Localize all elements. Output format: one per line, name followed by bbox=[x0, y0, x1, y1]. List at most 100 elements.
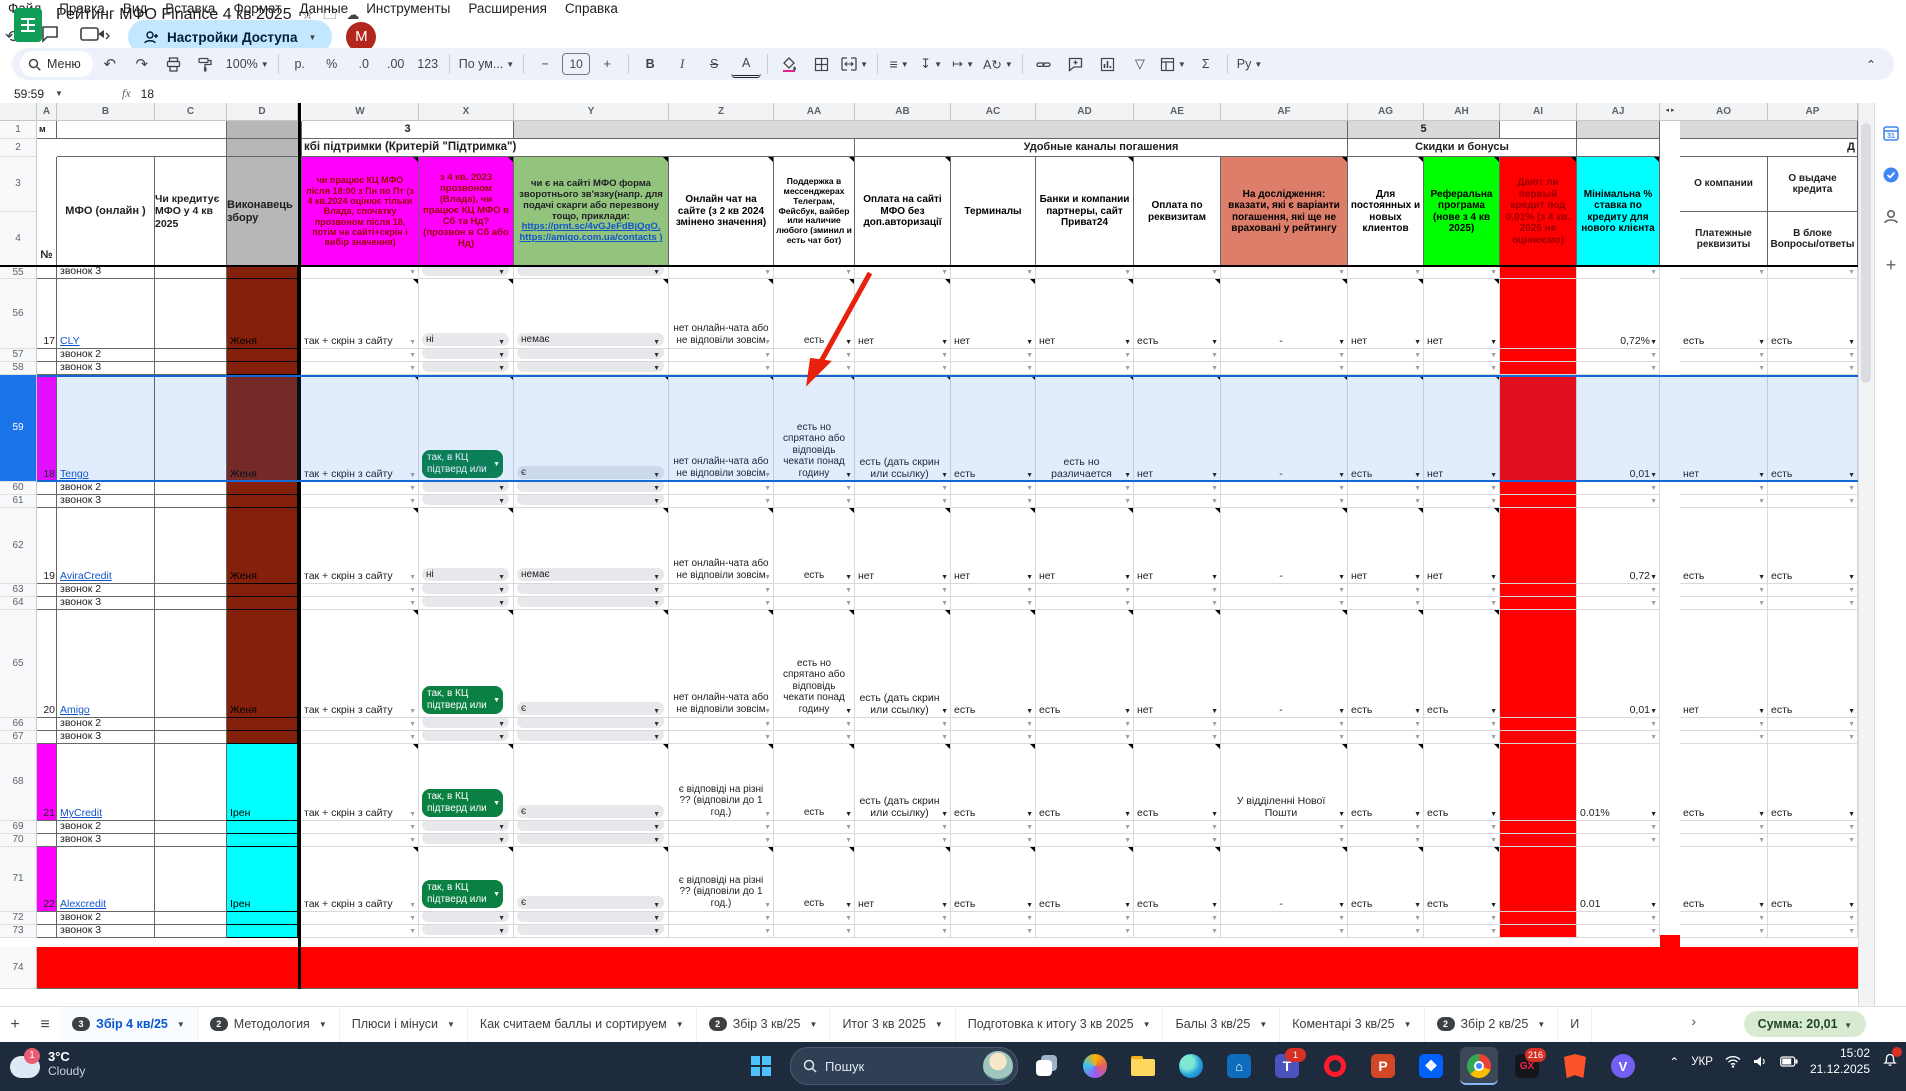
cell-AE71[interactable]: есть ▼ bbox=[1134, 847, 1221, 912]
cell-A68[interactable]: 21 bbox=[37, 744, 57, 821]
undo-button[interactable]: ↶ bbox=[95, 52, 125, 76]
cell-AD64[interactable]: ▼ bbox=[1036, 597, 1134, 610]
cell-W59[interactable]: так + скрін з сайту ▼ bbox=[302, 375, 419, 482]
cell-Y57[interactable]: ▼ bbox=[514, 349, 669, 362]
cell-AI63[interactable] bbox=[1500, 584, 1577, 597]
taskbar-icon-copilot[interactable] bbox=[1076, 1047, 1114, 1085]
sheet-tab-Коментарі 3 кв/25[interactable]: Коментарі 3 кв/25 ▼ bbox=[1280, 1006, 1425, 1043]
name-box[interactable]: 59:59 ▼ bbox=[0, 87, 104, 101]
dropdown-chip-Y65[interactable]: є ▼ bbox=[517, 702, 664, 715]
cell-AB72[interactable]: ▼ bbox=[855, 912, 951, 925]
cell-AI60[interactable] bbox=[1500, 482, 1577, 495]
cell-AH63[interactable]: ▼ bbox=[1424, 584, 1500, 597]
cell-AG68[interactable]: есть ▼ bbox=[1348, 744, 1424, 821]
scrollbar-thumb[interactable] bbox=[1861, 123, 1871, 383]
cell-AI55[interactable] bbox=[1500, 267, 1577, 279]
sheet-tab-Збір 3 кв/25[interactable]: 2 Збір 3 кв/25 ▼ bbox=[696, 1006, 831, 1043]
cell-AB62[interactable]: нет ▼ bbox=[855, 508, 951, 584]
cell-Z64[interactable]: ▼ bbox=[669, 597, 774, 610]
cell-C58[interactable] bbox=[155, 362, 227, 375]
cell-Z70[interactable]: ▼ bbox=[669, 834, 774, 847]
cell-AD61[interactable]: ▼ bbox=[1036, 495, 1134, 508]
cell-AC55[interactable]: ▼ bbox=[951, 267, 1036, 279]
cell-C62[interactable] bbox=[155, 508, 227, 584]
cell-W66[interactable]: ▼ bbox=[302, 718, 419, 731]
cell-W62[interactable]: так + скрін з сайту ▼ bbox=[302, 508, 419, 584]
fill-color-button[interactable] bbox=[774, 52, 804, 76]
cell-C65[interactable] bbox=[155, 610, 227, 718]
cell-AB59[interactable]: есть (дать скрин или ссылку) ▼ bbox=[855, 375, 951, 482]
move-folder-icon[interactable]: 🗀 bbox=[323, 6, 336, 28]
cell-AC72[interactable]: ▼ bbox=[951, 912, 1036, 925]
cell-AH71[interactable]: есть ▼ bbox=[1424, 847, 1500, 912]
cell-AG57[interactable]: ▼ bbox=[1348, 349, 1424, 362]
cell-W61[interactable]: ▼ bbox=[302, 495, 419, 508]
clock[interactable]: 15:02 21.12.2025 bbox=[1810, 1046, 1870, 1077]
cell-AO55[interactable]: ▼ bbox=[1680, 267, 1768, 279]
cell-AP59[interactable]: есть ▼ bbox=[1768, 375, 1858, 482]
cell-AB69[interactable]: ▼ bbox=[855, 821, 951, 834]
cell-X56[interactable]: ні ▼ bbox=[419, 279, 514, 349]
add-addon-icon[interactable]: + bbox=[1879, 253, 1903, 277]
cell-AE72[interactable]: ▼ bbox=[1134, 912, 1221, 925]
cell-AD65[interactable]: есть ▼ bbox=[1036, 610, 1134, 718]
cell-AO64[interactable]: ▼ bbox=[1680, 597, 1768, 610]
cell-AG66[interactable]: ▼ bbox=[1348, 718, 1424, 731]
cell-AI67[interactable] bbox=[1500, 731, 1577, 744]
cell-AJ67[interactable]: ▼ bbox=[1577, 731, 1660, 744]
cell-AJ73[interactable]: ▼ bbox=[1577, 925, 1660, 938]
cell-AD63[interactable]: ▼ bbox=[1036, 584, 1134, 597]
column-header-AB[interactable]: AB bbox=[855, 103, 951, 121]
cell-AJ64[interactable]: ▼ bbox=[1577, 597, 1660, 610]
cell-AE66[interactable]: ▼ bbox=[1134, 718, 1221, 731]
cell-X68[interactable]: так, в КЦ підтверд или ▼ bbox=[419, 744, 514, 821]
cell-B64[interactable]: звонок 3 bbox=[57, 597, 155, 610]
dropdown-chip-X65[interactable]: так, в КЦ підтверд или ▼ bbox=[422, 686, 503, 714]
sheet-tab-Подготовка к итогу 3 кв 2025[interactable]: Подготовка к итогу 3 кв 2025 ▼ bbox=[955, 1006, 1164, 1043]
cell-X60[interactable]: ▼ bbox=[419, 482, 514, 495]
italic-button[interactable]: I bbox=[667, 52, 697, 76]
cell-AA61[interactable]: ▼ bbox=[774, 495, 855, 508]
column-header-Z[interactable]: Z bbox=[669, 103, 774, 121]
cell-A70[interactable] bbox=[37, 834, 57, 847]
cell-AO69[interactable]: ▼ bbox=[1680, 821, 1768, 834]
contacts-icon[interactable] bbox=[1879, 205, 1903, 229]
cell-A58[interactable] bbox=[37, 362, 57, 375]
column-header-C[interactable]: C bbox=[155, 103, 227, 121]
row-header-1[interactable]: 1 bbox=[0, 121, 37, 139]
cell-AC71[interactable]: есть ▼ bbox=[951, 847, 1036, 912]
text-color-button[interactable]: A bbox=[731, 51, 762, 78]
cell-AG63[interactable]: ▼ bbox=[1348, 584, 1424, 597]
cell-W69[interactable]: ▼ bbox=[302, 821, 419, 834]
column-header-AI[interactable]: AI bbox=[1500, 103, 1577, 121]
cell-B58[interactable]: звонок 3 bbox=[57, 362, 155, 375]
cell-AF60[interactable]: ▼ bbox=[1221, 482, 1348, 495]
cell-AP67[interactable]: ▼ bbox=[1768, 731, 1858, 744]
cell-AD66[interactable]: ▼ bbox=[1036, 718, 1134, 731]
cell-X55[interactable]: ▼ bbox=[419, 267, 514, 279]
cell-AH73[interactable]: ▼ bbox=[1424, 925, 1500, 938]
tray-expand-icon[interactable]: ⌃ bbox=[1669, 1055, 1679, 1069]
cell-AI56[interactable] bbox=[1500, 279, 1577, 349]
column-header-D[interactable]: D bbox=[227, 103, 298, 121]
column-header-AH[interactable]: AH bbox=[1424, 103, 1500, 121]
cell-A60[interactable] bbox=[37, 482, 57, 495]
cell-AD72[interactable]: ▼ bbox=[1036, 912, 1134, 925]
cell-AD70[interactable]: ▼ bbox=[1036, 834, 1134, 847]
cell-AP64[interactable]: ▼ bbox=[1768, 597, 1858, 610]
cell-B70[interactable]: звонок 3 bbox=[57, 834, 155, 847]
cell-X62[interactable]: ні ▼ bbox=[419, 508, 514, 584]
cell-AH60[interactable]: ▼ bbox=[1424, 482, 1500, 495]
cell-Y73[interactable]: ▼ bbox=[514, 925, 669, 938]
cell-AE55[interactable]: ▼ bbox=[1134, 267, 1221, 279]
sheet-tab-Итог 3 кв 2025[interactable]: Итог 3 кв 2025 ▼ bbox=[830, 1006, 956, 1043]
cell-AA64[interactable]: ▼ bbox=[774, 597, 855, 610]
cell-Z61[interactable]: ▼ bbox=[669, 495, 774, 508]
cell-Z73[interactable]: ▼ bbox=[669, 925, 774, 938]
cell-AE62[interactable]: нет ▼ bbox=[1134, 508, 1221, 584]
cell-AP56[interactable]: есть ▼ bbox=[1768, 279, 1858, 349]
cell-Z60[interactable]: ▼ bbox=[669, 482, 774, 495]
taskbar-search-input[interactable]: Пошук bbox=[790, 1047, 1018, 1085]
cell-AH55[interactable]: ▼ bbox=[1424, 267, 1500, 279]
cell-W72[interactable]: ▼ bbox=[302, 912, 419, 925]
